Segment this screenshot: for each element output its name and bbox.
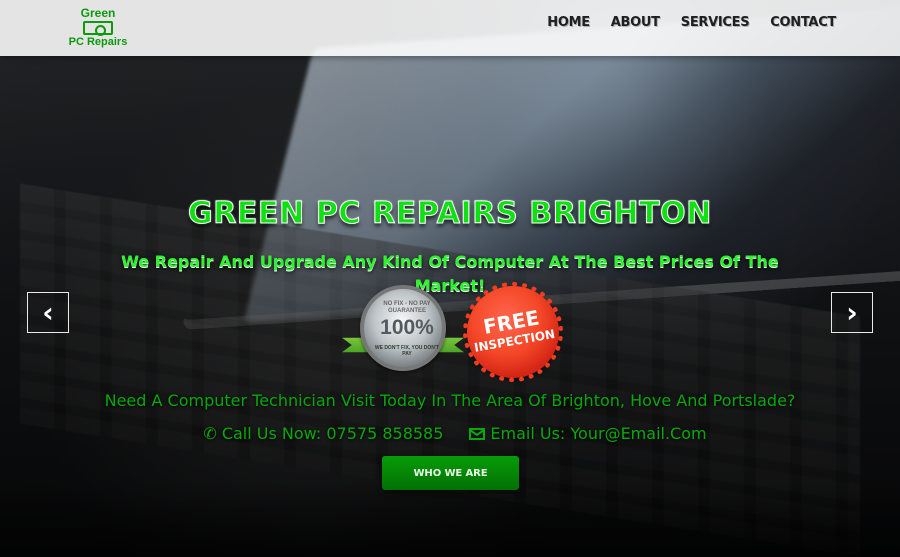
main-menu: HOME ABOUT SERVICES CONTACT xyxy=(547,15,836,30)
phone-contact-link[interactable]: ✆ Call Us Now: 07575 858585 xyxy=(203,422,443,446)
nav-contact-link[interactable]: CONTACT xyxy=(770,15,836,30)
hero-title: GREEN PC REPAIRS BRIGHTON xyxy=(187,196,712,232)
email-contact-link[interactable]: Email Us: Your@Email.Com xyxy=(469,422,707,446)
envelope-icon xyxy=(469,428,486,440)
who-we-are-button[interactable]: WHO WE ARE xyxy=(382,456,519,490)
guarantee-seal: NO FIX - NO PAY GUARANTEE 100% WE DON'T … xyxy=(360,285,446,371)
nav-about-link[interactable]: ABOUT xyxy=(611,15,660,30)
guarantee-bottom-text: WE DON'T FIX, YOU DON'T PAY xyxy=(374,345,440,357)
guarantee-top-text: NO FIX - NO PAY GUARANTEE xyxy=(383,301,431,314)
logo-text-bottom: PC Repairs xyxy=(68,36,128,48)
logo-text-top: Green xyxy=(80,6,116,20)
previous-slide-button[interactable]: ‹ xyxy=(27,292,69,333)
desk-shadow xyxy=(0,482,900,557)
email-text: Email Us: Your@Email.Com xyxy=(490,424,707,443)
top-navigation-bar: Green PC Repairs HOME ABOUT SERVICES CON… xyxy=(0,0,900,56)
site-logo[interactable]: Green PC Repairs xyxy=(66,6,130,48)
computer-recycle-icon xyxy=(83,21,113,36)
nav-home-link[interactable]: HOME xyxy=(547,15,590,30)
phone-icon: ✆ xyxy=(203,424,217,443)
nav-services-link[interactable]: SERVICES xyxy=(681,15,750,30)
next-slide-button[interactable]: › xyxy=(831,292,873,333)
contact-row: ✆ Call Us Now: 07575 858585 Email Us: Yo… xyxy=(195,422,715,446)
phone-text: Call Us Now: 07575 858585 xyxy=(221,424,444,443)
service-area-text: Need A Computer Technician Visit Today I… xyxy=(104,391,796,410)
guarantee-badge: NO FIX - NO PAY GUARANTEE 100% WE DON'T … xyxy=(342,285,464,375)
hero-slider: Green PC Repairs HOME ABOUT SERVICES CON… xyxy=(0,0,900,557)
guarantee-percent: 100% xyxy=(380,316,434,339)
